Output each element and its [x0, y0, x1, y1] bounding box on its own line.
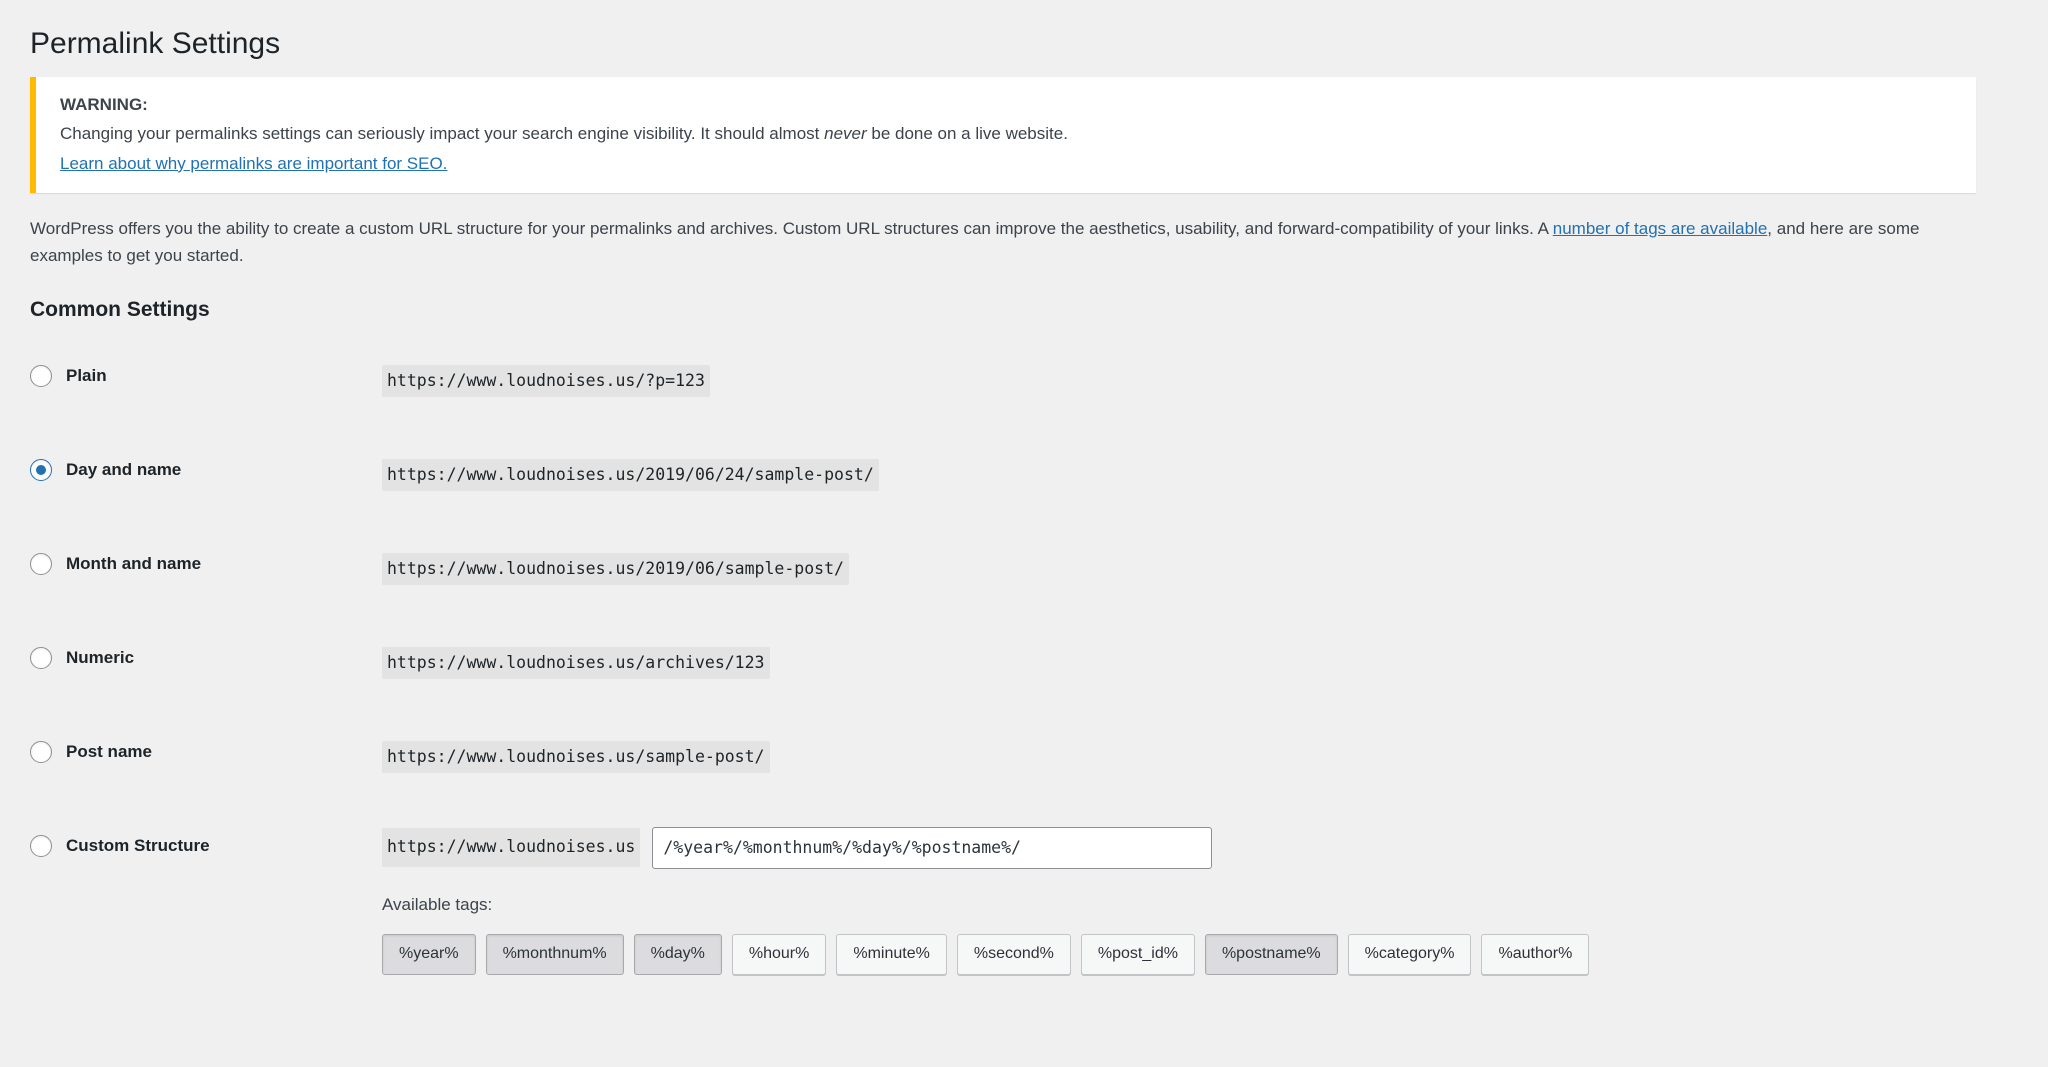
- tag-button-postname[interactable]: %postname%: [1204, 934, 1338, 976]
- warning-body: Changing your permalinks settings can se…: [60, 121, 1960, 147]
- page-title: Permalink Settings: [30, 27, 281, 60]
- option-label-plain[interactable]: Plain: [66, 365, 107, 387]
- option-label-cell: Month and name: [30, 531, 382, 575]
- permalink-settings-page: Permalink Settings WARNING: Changing you…: [0, 0, 2048, 1067]
- permalink-option-month-and-name[interactable]: Month and name https://www.loudnoises.us…: [30, 531, 2048, 625]
- radio-numeric[interactable]: [30, 646, 52, 669]
- tag-button-second[interactable]: %second%: [956, 934, 1071, 976]
- radio-day-and-name[interactable]: [30, 458, 52, 481]
- custom-structure-line: https://www.loudnoises.us: [382, 826, 2048, 869]
- option-label-cell: Numeric: [30, 625, 382, 669]
- radio-custom-structure[interactable]: [30, 834, 52, 857]
- option-label-month-and-name[interactable]: Month and name: [66, 553, 201, 575]
- available-tags-list: %year% %monthnum% %day% %hour% %minute% …: [382, 934, 2048, 976]
- example-url-numeric: https://www.loudnoises.us/archives/123: [382, 646, 770, 680]
- option-label-post-name[interactable]: Post name: [66, 741, 152, 763]
- permalink-options-list: Plain https://www.loudnoises.us/?p=123 D…: [0, 325, 2048, 976]
- permalink-option-numeric[interactable]: Numeric https://www.loudnoises.us/archiv…: [30, 625, 2048, 719]
- tag-button-monthnum[interactable]: %monthnum%: [485, 934, 624, 976]
- example-url-plain: https://www.loudnoises.us/?p=123: [382, 364, 710, 398]
- permalink-option-post-name[interactable]: Post name https://www.loudnoises.us/samp…: [30, 719, 2048, 813]
- warning-body-before: Changing your permalinks settings can se…: [60, 124, 825, 144]
- option-label-cell: Day and name: [30, 437, 382, 481]
- option-label-cell: Post name: [30, 719, 382, 763]
- tag-button-category[interactable]: %category%: [1347, 934, 1472, 976]
- tag-button-year[interactable]: %year%: [382, 934, 476, 976]
- option-label-day-and-name[interactable]: Day and name: [66, 459, 181, 481]
- available-tags-label: Available tags:: [382, 894, 493, 914]
- site-url-prefix: https://www.loudnoises.us: [382, 828, 641, 868]
- radio-post-name[interactable]: [30, 740, 52, 763]
- option-example-cell: https://www.loudnoises.us/archives/123: [382, 625, 2048, 680]
- option-example-cell: https://www.loudnoises.us/2019/06/sample…: [382, 531, 2048, 586]
- seo-learn-more-link[interactable]: Learn about why permalinks are important…: [60, 151, 447, 177]
- warning-notice: WARNING: Changing your permalinks settin…: [30, 77, 1976, 193]
- option-example-cell: https://www.loudnoises.us/?p=123: [382, 343, 2048, 398]
- custom-structure-input[interactable]: [652, 826, 1213, 869]
- option-label-numeric[interactable]: Numeric: [66, 647, 134, 669]
- tag-button-hour[interactable]: %hour%: [731, 934, 827, 976]
- intro-paragraph: WordPress offers you the ability to crea…: [0, 193, 2048, 269]
- example-url-post-name: https://www.loudnoises.us/sample-post/: [382, 740, 770, 774]
- common-settings-heading: Common Settings: [30, 298, 210, 322]
- warning-body-after: be done on a live website.: [866, 124, 1068, 144]
- example-url-month-and-name: https://www.loudnoises.us/2019/06/sample…: [382, 552, 849, 586]
- warning-body-emphasis: never: [824, 124, 867, 144]
- permalink-option-custom-structure[interactable]: Custom Structure https://www.loudnoises.…: [30, 813, 2048, 976]
- option-example-cell: https://www.loudnoises.us/sample-post/: [382, 719, 2048, 774]
- radio-month-and-name[interactable]: [30, 552, 52, 575]
- option-label-custom-structure[interactable]: Custom Structure: [66, 835, 210, 857]
- tag-button-author[interactable]: %author%: [1481, 934, 1590, 976]
- radio-plain[interactable]: [30, 364, 52, 387]
- option-example-cell: https://www.loudnoises.us/2019/06/24/sam…: [382, 437, 2048, 492]
- permalink-option-plain[interactable]: Plain https://www.loudnoises.us/?p=123: [30, 343, 2048, 437]
- tag-button-minute[interactable]: %minute%: [836, 934, 947, 976]
- intro-text-before: WordPress offers you the ability to crea…: [30, 218, 1553, 238]
- permalink-option-day-and-name[interactable]: Day and name https://www.loudnoises.us/2…: [30, 437, 2048, 531]
- custom-structure-cell: https://www.loudnoises.us Available tags…: [382, 813, 2048, 976]
- option-label-cell: Plain: [30, 343, 382, 387]
- example-url-day-and-name: https://www.loudnoises.us/2019/06/24/sam…: [382, 458, 879, 492]
- tag-button-day[interactable]: %day%: [633, 934, 722, 976]
- warning-label: WARNING:: [60, 95, 148, 114]
- available-tags-link[interactable]: number of tags are available: [1553, 219, 1768, 238]
- tag-button-post-id[interactable]: %post_id%: [1080, 934, 1195, 976]
- option-label-cell: Custom Structure: [30, 813, 382, 857]
